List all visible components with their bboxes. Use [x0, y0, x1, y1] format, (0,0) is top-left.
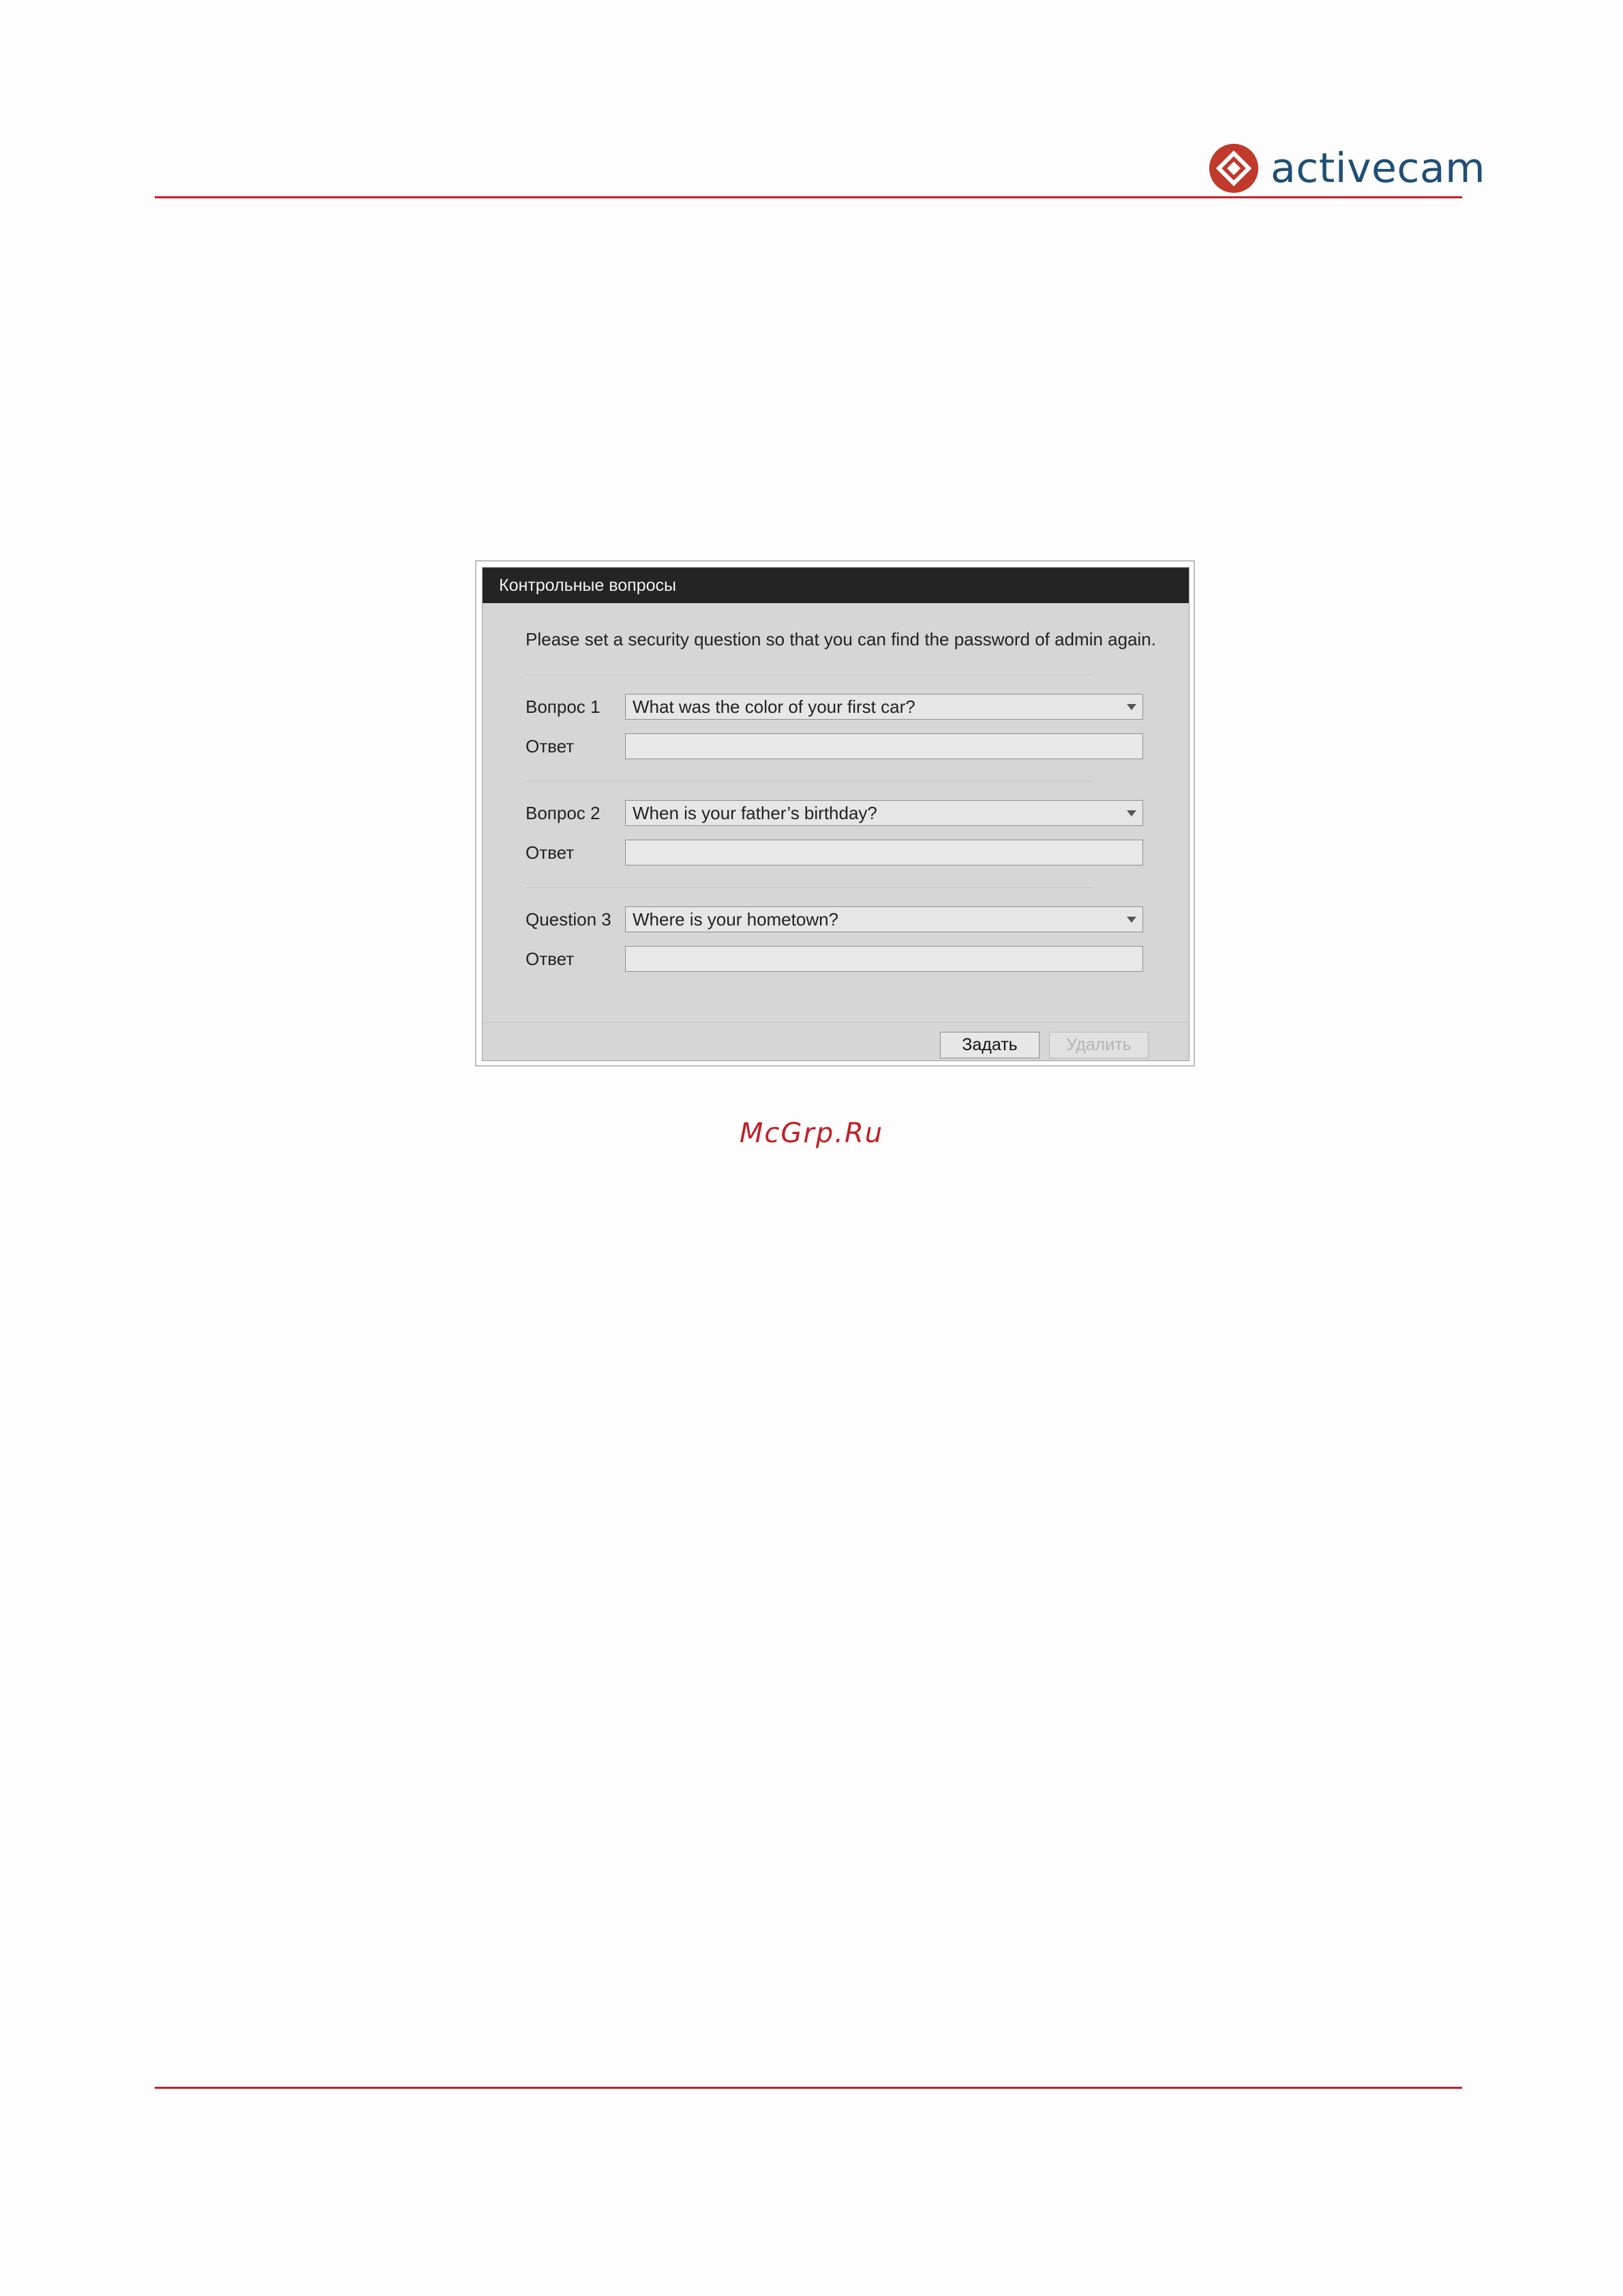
question-3-select[interactable]: Where is your hometown? — [625, 906, 1143, 932]
brand-logo: activecam — [1209, 142, 1485, 194]
header-rule — [155, 196, 1462, 198]
chevron-down-icon — [1127, 704, 1136, 710]
footer-divider — [483, 1022, 1189, 1023]
question-1-value: What was the color of your first car? — [633, 697, 915, 717]
dialog-screenshot: Контрольные вопросы Please set a securit… — [475, 560, 1195, 1067]
footer-rule — [155, 2087, 1462, 2089]
brand-name: activecam — [1271, 144, 1486, 192]
answer-1-input[interactable] — [625, 733, 1143, 759]
chevron-down-icon — [1127, 917, 1136, 923]
question-2-value: When is your father’s birthday? — [633, 803, 877, 823]
answer-2-input[interactable] — [625, 840, 1143, 866]
answer-3-label: Ответ — [526, 949, 575, 969]
security-questions-dialog: Контрольные вопросы Please set a securit… — [482, 567, 1189, 1061]
set-button[interactable]: Задать — [940, 1032, 1040, 1058]
answer-3-input[interactable] — [625, 946, 1143, 972]
chevron-down-icon — [1127, 810, 1136, 816]
delete-button[interactable]: Удалить — [1049, 1032, 1149, 1058]
divider — [526, 887, 1093, 888]
watermark: McGrp.Ru — [739, 1118, 884, 1149]
divider — [526, 781, 1093, 782]
question-1-label: Вопрос 1 — [526, 697, 601, 717]
answer-2-label: Ответ — [526, 842, 575, 863]
question-1-select[interactable]: What was the color of your first car? — [625, 694, 1143, 720]
question-3-label: Question 3 — [526, 909, 611, 930]
dialog-intro: Please set a security question so that y… — [526, 629, 1156, 649]
question-3-value: Where is your hometown? — [633, 909, 839, 930]
question-2-select[interactable]: When is your father’s birthday? — [625, 800, 1143, 826]
activecam-logo-icon — [1209, 144, 1258, 193]
question-2-label: Вопрос 2 — [526, 803, 601, 823]
dialog-title: Контрольные вопросы — [483, 568, 1189, 603]
answer-1-label: Ответ — [526, 736, 575, 756]
